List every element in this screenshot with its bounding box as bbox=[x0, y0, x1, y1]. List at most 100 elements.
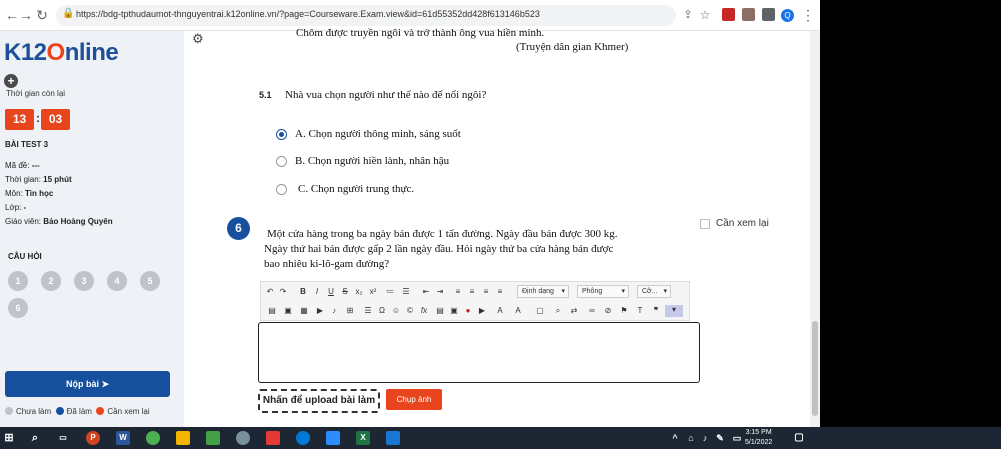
option-b-radio[interactable] bbox=[276, 156, 287, 167]
question-6-badge: 6 bbox=[227, 217, 250, 240]
explorer-icon[interactable] bbox=[176, 431, 190, 445]
chrome-icon[interactable] bbox=[146, 431, 160, 445]
app-icon[interactable] bbox=[386, 431, 400, 445]
underline-icon[interactable]: U bbox=[326, 287, 336, 297]
extension-icon[interactable] bbox=[742, 8, 755, 21]
upload-button[interactable]: Nhấn để upload bài làm bbox=[258, 389, 380, 413]
link-icon[interactable]: ∞ bbox=[587, 306, 597, 316]
indent-icon[interactable]: ⇥ bbox=[435, 287, 445, 297]
quote-icon[interactable]: ❞ bbox=[651, 306, 661, 316]
redo-icon[interactable]: ↷ bbox=[278, 287, 288, 297]
option-c-radio[interactable] bbox=[276, 184, 287, 195]
take-photo-button[interactable]: Chụp ảnh bbox=[386, 389, 442, 410]
question-nav-5[interactable]: 5 bbox=[140, 271, 160, 291]
size-select[interactable]: Cỡ... bbox=[637, 285, 671, 298]
replace-icon[interactable]: ⇄ bbox=[569, 306, 579, 316]
text-color-icon[interactable]: A bbox=[495, 306, 505, 316]
audio-icon[interactable]: ♪ bbox=[329, 306, 339, 316]
template-icon[interactable]: ▤ bbox=[435, 306, 445, 316]
formula-icon[interactable]: fx bbox=[419, 306, 429, 316]
scrollbar[interactable] bbox=[810, 31, 820, 427]
bullet-list-icon[interactable]: ☰ bbox=[401, 287, 411, 297]
option-a-label[interactable]: A. Chọn người thông minh, sáng suốt bbox=[295, 128, 461, 140]
question-nav-4[interactable]: 4 bbox=[107, 271, 127, 291]
review-checkbox[interactable] bbox=[700, 219, 710, 229]
align-right-icon[interactable]: ≡ bbox=[481, 287, 491, 297]
pen-icon[interactable]: ✎ bbox=[713, 431, 727, 445]
tray-chevron-icon[interactable]: ^ bbox=[668, 431, 682, 445]
youtube-icon[interactable]: ▶ bbox=[477, 306, 487, 316]
hr-icon[interactable]: ☰ bbox=[363, 306, 373, 316]
extension-icon[interactable] bbox=[722, 8, 735, 21]
powerpoint-icon[interactable]: P bbox=[86, 431, 100, 445]
format-select[interactable]: Định dạng bbox=[517, 285, 569, 298]
gallery-icon[interactable]: ▣ bbox=[449, 306, 459, 316]
windows-icon[interactable]: ⊞ bbox=[2, 431, 16, 445]
question-nav-1[interactable]: 1 bbox=[8, 271, 28, 291]
question-6-text-line: bao nhiêu ki-lô-gam đường? bbox=[264, 258, 390, 270]
bg-color-icon[interactable]: A bbox=[513, 306, 523, 316]
align-left-icon[interactable]: ≡ bbox=[453, 287, 463, 297]
forward-icon[interactable]: → bbox=[18, 7, 34, 23]
source-icon[interactable]: ▤ bbox=[267, 306, 277, 316]
address-bar[interactable]: 🔒 https://bdg-tpthudaumot-thnguyentrai.k… bbox=[56, 5, 676, 26]
image-icon[interactable]: ▣ bbox=[283, 306, 293, 316]
store-icon[interactable] bbox=[206, 431, 220, 445]
profile-avatar[interactable]: Q bbox=[781, 9, 794, 22]
network-icon[interactable]: ⌂ bbox=[684, 431, 698, 445]
gear-icon[interactable]: ⚙ bbox=[192, 31, 204, 47]
option-b-label[interactable]: B. Chọn người hiền lành, nhân hậu bbox=[295, 155, 449, 167]
share-icon[interactable]: ⇪ bbox=[680, 7, 696, 23]
plus-icon[interactable]: + bbox=[4, 74, 18, 88]
bold-icon[interactable]: B bbox=[298, 287, 308, 297]
copyright-icon[interactable]: © bbox=[405, 306, 415, 316]
record-icon[interactable]: ● bbox=[463, 306, 473, 316]
font-select[interactable]: Phông bbox=[577, 285, 629, 298]
zoom-icon[interactable] bbox=[326, 431, 340, 445]
subscript-icon[interactable]: x₂ bbox=[354, 287, 364, 297]
word-icon[interactable]: W bbox=[116, 431, 130, 445]
omega-icon[interactable]: Ω bbox=[377, 306, 387, 316]
keyboard-icon[interactable]: ▭ bbox=[730, 431, 744, 445]
clear-format-icon[interactable]: T bbox=[635, 306, 645, 316]
undo-icon[interactable]: ↶ bbox=[265, 287, 275, 297]
align-center-icon[interactable]: ≡ bbox=[467, 287, 477, 297]
mic-icon[interactable]: ♪ bbox=[698, 431, 712, 445]
superscript-icon[interactable]: x² bbox=[368, 287, 378, 297]
option-a-radio[interactable] bbox=[276, 129, 287, 140]
puzzle-icon[interactable] bbox=[762, 8, 775, 21]
taskbar-clock[interactable]: 3:15 PM 5/1/2022 bbox=[745, 428, 772, 448]
app-icon[interactable] bbox=[266, 431, 280, 445]
video-icon[interactable]: ▶ bbox=[315, 306, 325, 316]
block-icon[interactable]: ▢ bbox=[535, 306, 545, 316]
numbered-list-icon[interactable]: ≔ bbox=[385, 287, 395, 297]
star-icon[interactable]: ☆ bbox=[697, 7, 713, 23]
scrollbar-thumb[interactable] bbox=[812, 321, 818, 416]
question-nav-6[interactable]: 6 bbox=[8, 298, 28, 318]
menu-icon[interactable]: ⋮ bbox=[800, 7, 816, 23]
excel-icon[interactable]: X bbox=[356, 431, 370, 445]
task-view-icon[interactable]: ▭ bbox=[56, 431, 70, 445]
find-icon[interactable]: ⌕ bbox=[553, 306, 563, 316]
search-icon[interactable]: ⌕ bbox=[28, 431, 42, 445]
edge-icon[interactable] bbox=[296, 431, 310, 445]
strike-icon[interactable]: S bbox=[340, 287, 350, 297]
table-icon[interactable]: ▦ bbox=[299, 306, 309, 316]
flag-icon[interactable]: ⚑ bbox=[619, 306, 629, 316]
table-grid-icon[interactable]: ⊞ bbox=[345, 306, 355, 316]
reload-icon[interactable]: ↻ bbox=[34, 7, 50, 23]
italic-icon[interactable]: I bbox=[312, 287, 322, 297]
question-nav-2[interactable]: 2 bbox=[41, 271, 61, 291]
unlink-icon[interactable]: ⊘ bbox=[603, 306, 613, 316]
option-c-label[interactable]: C. Chọn người trung thực. bbox=[298, 183, 414, 195]
notification-icon[interactable]: ▢ bbox=[792, 431, 806, 445]
submit-button[interactable]: Nộp bài ➤ bbox=[5, 371, 170, 397]
app-icon[interactable] bbox=[236, 431, 250, 445]
justify-icon[interactable]: ≡ bbox=[495, 287, 505, 297]
answer-editor[interactable] bbox=[258, 322, 700, 383]
question-nav-3[interactable]: 3 bbox=[74, 271, 94, 291]
emoji-icon[interactable]: ☺ bbox=[391, 306, 401, 316]
more-icon[interactable]: ▾ bbox=[665, 305, 683, 317]
review-checkbox-label[interactable]: Cần xem lại bbox=[716, 218, 769, 229]
outdent-icon[interactable]: ⇤ bbox=[421, 287, 431, 297]
